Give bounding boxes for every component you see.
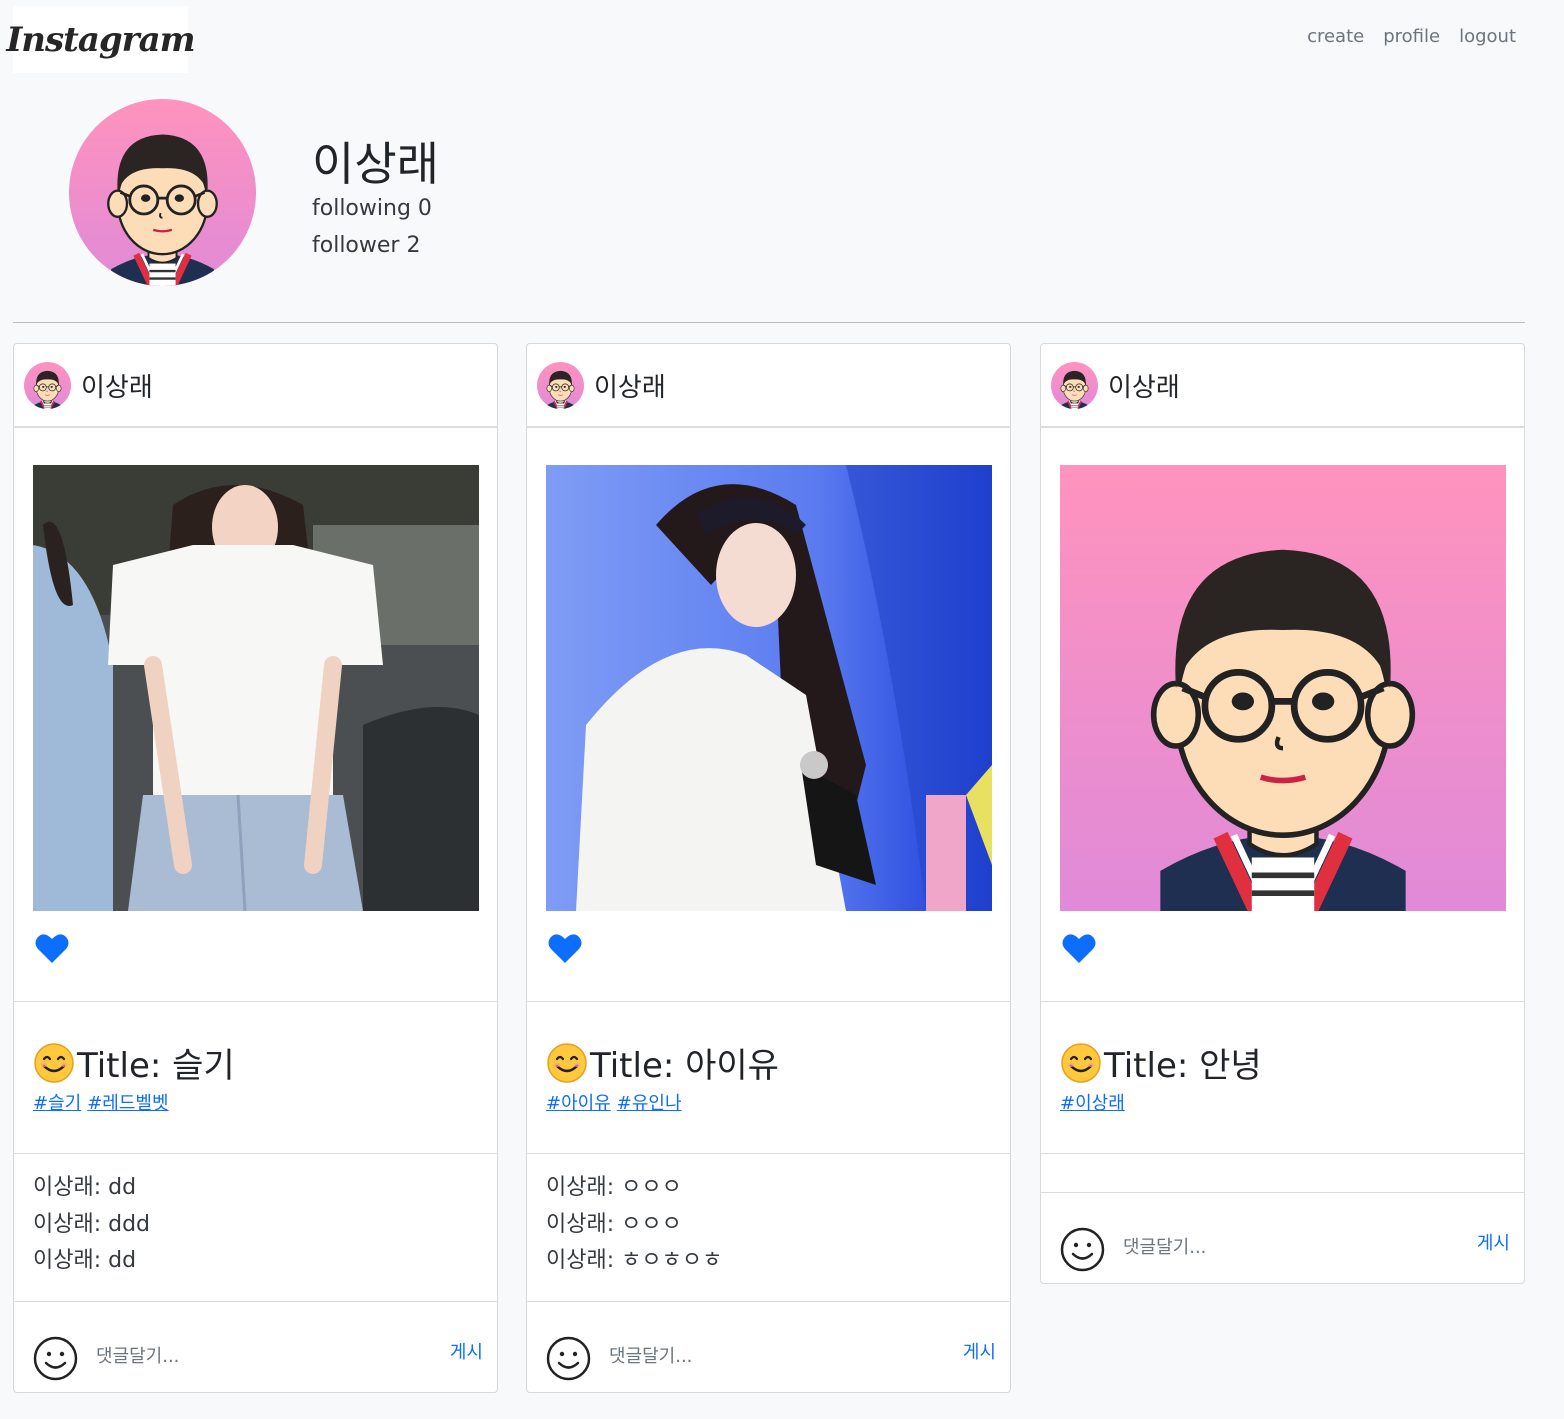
comment-item: 이상래: dd xyxy=(33,1175,137,1200)
instagram-logo[interactable]: Instagram xyxy=(6,6,196,73)
profile-avatar xyxy=(69,99,256,286)
emoji-picker-icon[interactable] xyxy=(1060,1227,1105,1272)
comment-item: 이상래: ㅇㅇㅇ xyxy=(546,1175,682,1200)
post-image xyxy=(33,465,479,911)
comment-list: 이상래: dd 이상래: ddd 이상래: dd xyxy=(14,1154,497,1302)
post-image xyxy=(546,465,992,911)
comment-form: 게시 xyxy=(527,1302,1010,1392)
nav-create-link[interactable]: create xyxy=(1307,26,1364,47)
post-title-row: Title: 슬기 xyxy=(33,1038,235,1087)
hashtag-link[interactable]: #슬기 xyxy=(33,1089,81,1115)
emoji-picker-icon[interactable] xyxy=(33,1336,78,1381)
post-title: Title: 아이유 xyxy=(590,1046,779,1086)
top-nav: create profile logout xyxy=(1307,26,1516,47)
like-heart-icon[interactable] xyxy=(35,932,69,964)
section-divider xyxy=(13,322,1525,323)
emoji-picker-icon[interactable] xyxy=(546,1336,591,1381)
comment-input[interactable] xyxy=(609,1340,929,1372)
post-card: 이상래 Title: 안녕 #이상래 게시 xyxy=(1040,343,1525,1284)
author-name[interactable]: 이상래 xyxy=(81,367,153,404)
comment-input[interactable] xyxy=(1123,1231,1443,1263)
post-tags: #이상래 xyxy=(1060,1089,1125,1115)
post-image xyxy=(1060,465,1506,911)
author-avatar[interactable] xyxy=(24,362,71,409)
post-comment-button[interactable]: 게시 xyxy=(963,1338,996,1364)
post-comment-button[interactable]: 게시 xyxy=(450,1338,483,1364)
hashtag-link[interactable]: #이상래 xyxy=(1060,1089,1125,1115)
comment-form: 게시 xyxy=(14,1302,497,1392)
post-body: Title: 슬기 #슬기 #레드벨벳 xyxy=(14,1002,497,1154)
profile-name: 이상래 xyxy=(312,137,439,191)
smile-emoji-icon xyxy=(33,1042,75,1084)
post-header: 이상래 xyxy=(527,344,1010,428)
post-title-row: Title: 아이유 xyxy=(546,1038,779,1087)
post-comment-button[interactable]: 게시 xyxy=(1477,1229,1510,1255)
post-title-row: Title: 안녕 xyxy=(1060,1038,1262,1087)
comment-item: 이상래: ㅎㅇㅎㅇㅎ xyxy=(546,1248,723,1273)
follower-count[interactable]: follower 2 xyxy=(312,233,420,258)
comment-input[interactable] xyxy=(96,1340,416,1372)
like-heart-icon[interactable] xyxy=(1062,932,1096,964)
like-heart-icon[interactable] xyxy=(548,932,582,964)
post-title: Title: 안녕 xyxy=(1104,1046,1262,1086)
logo-text: Instagram xyxy=(6,19,195,60)
post-body: Title: 아이유 #아이유 #유인나 xyxy=(527,1002,1010,1154)
comment-item: 이상래: ddd xyxy=(33,1211,151,1237)
post-body: Title: 안녕 #이상래 xyxy=(1041,1002,1524,1154)
post-tags: #슬기 #레드벨벳 xyxy=(33,1089,169,1115)
author-avatar[interactable] xyxy=(537,362,584,409)
post-header: 이상래 xyxy=(14,344,497,428)
post-media xyxy=(527,428,1010,1002)
post-card: 이상래 Title: 아이유 #아이유 #유인나 이상래: ㅇㅇㅇ 이상래: ㅇ… xyxy=(526,343,1011,1393)
post-media xyxy=(14,428,497,1002)
author-name[interactable]: 이상래 xyxy=(1108,367,1180,404)
post-card: 이상래 Title: 슬기 #슬기 #레드벨벳 이상래: dd 이상래: ddd… xyxy=(13,343,498,1393)
nav-logout-link[interactable]: logout xyxy=(1459,26,1516,47)
comment-list: 이상래: ㅇㅇㅇ 이상래: ㅇㅇㅇ 이상래: ㅎㅇㅎㅇㅎ xyxy=(527,1154,1010,1302)
hashtag-link[interactable]: #아이유 xyxy=(546,1089,611,1115)
hashtag-link[interactable]: #레드벨벳 xyxy=(87,1089,168,1115)
comment-item: 이상래: dd xyxy=(33,1248,137,1273)
author-name[interactable]: 이상래 xyxy=(594,367,666,404)
author-avatar[interactable] xyxy=(1051,362,1098,409)
post-title: Title: 슬기 xyxy=(77,1046,235,1086)
smile-emoji-icon xyxy=(1060,1042,1102,1084)
nav-profile-link[interactable]: profile xyxy=(1383,26,1440,47)
post-media xyxy=(1041,428,1524,1002)
comment-item: 이상래: ㅇㅇㅇ xyxy=(546,1211,682,1237)
post-header: 이상래 xyxy=(1041,344,1524,428)
comment-list xyxy=(1041,1154,1524,1193)
following-count[interactable]: following 0 xyxy=(312,196,432,221)
hashtag-link[interactable]: #유인나 xyxy=(617,1089,682,1115)
post-tags: #아이유 #유인나 xyxy=(546,1089,682,1115)
smile-emoji-icon xyxy=(546,1042,588,1084)
comment-form: 게시 xyxy=(1041,1193,1524,1283)
